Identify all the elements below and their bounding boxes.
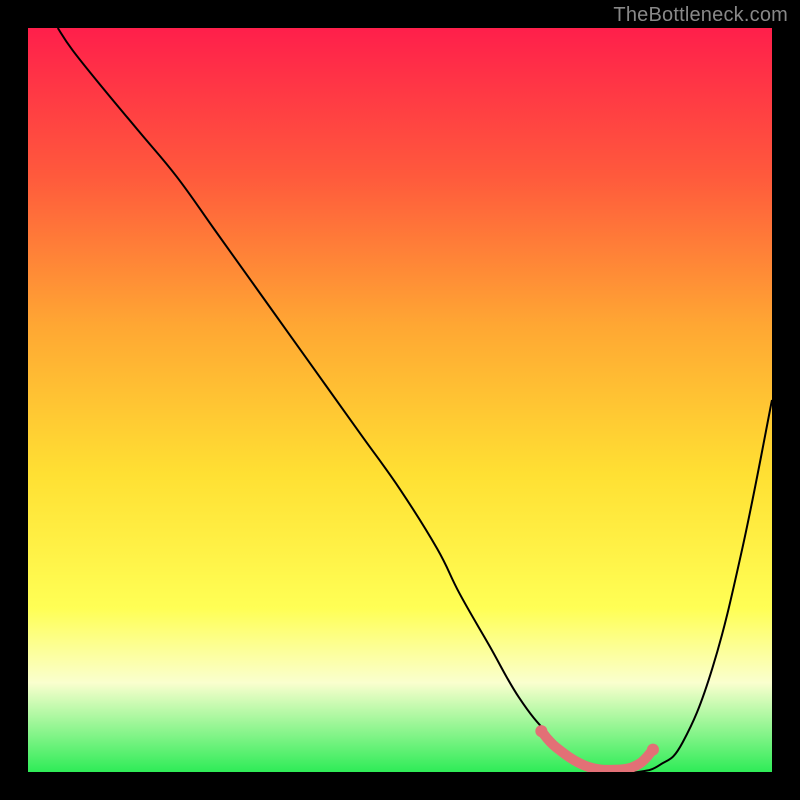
gradient-background: [28, 28, 772, 772]
watermark-label: TheBottleneck.com: [613, 4, 788, 27]
optimal-range-endpoint-0: [535, 725, 547, 737]
chart-frame: TheBottleneck.com: [0, 0, 800, 800]
chart-svg: [28, 28, 772, 772]
optimal-range-endpoint-1: [647, 744, 659, 756]
plot-area: [28, 28, 772, 772]
